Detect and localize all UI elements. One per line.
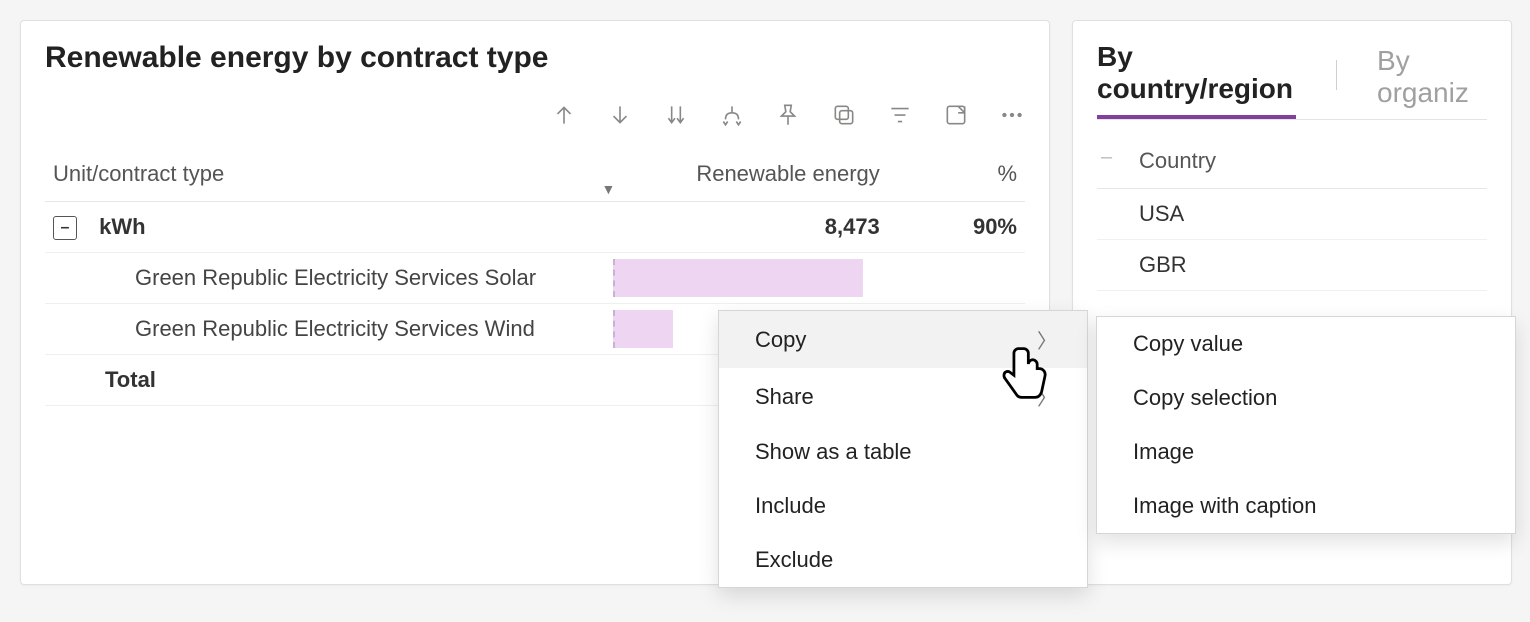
group-name: kWh bbox=[99, 214, 145, 239]
table-row[interactable]: Green Republic Electricity Services Sola… bbox=[45, 253, 1025, 304]
menu-include-label: Include bbox=[755, 493, 826, 519]
menu-show-as-table[interactable]: Show as a table bbox=[719, 425, 1087, 479]
group-row-kwh[interactable]: – kWh 8,473 90% bbox=[45, 202, 1025, 253]
country-row[interactable]: GBR bbox=[1097, 240, 1487, 291]
tab-divider bbox=[1336, 60, 1337, 90]
menu-show-table-label: Show as a table bbox=[755, 439, 912, 465]
col-percent[interactable]: % bbox=[888, 147, 1025, 202]
menu-share-label: Share bbox=[755, 384, 814, 410]
menu-copy-label: Copy bbox=[755, 327, 806, 353]
row-energy bbox=[613, 253, 887, 304]
group-pct: 90% bbox=[888, 202, 1025, 253]
col-energy[interactable]: Renewable energy bbox=[613, 147, 887, 202]
submenu-copy-value-label: Copy value bbox=[1133, 331, 1243, 357]
submenu-copy-selection[interactable]: Copy selection bbox=[1097, 371, 1515, 425]
pin-icon[interactable] bbox=[775, 102, 801, 128]
total-label: Total bbox=[45, 355, 613, 406]
bar-fill bbox=[613, 310, 673, 348]
more-icon[interactable] bbox=[999, 102, 1025, 128]
focus-mode-icon[interactable] bbox=[943, 102, 969, 128]
menu-exclude-label: Exclude bbox=[755, 547, 833, 573]
right-tabs: By country/region By organiz bbox=[1097, 41, 1487, 120]
menu-exclude[interactable]: Exclude bbox=[719, 533, 1087, 587]
cursor-pointer-icon bbox=[998, 342, 1052, 404]
submenu-image[interactable]: Image bbox=[1097, 425, 1515, 479]
row-name: Green Republic Electricity Services Wind bbox=[45, 304, 613, 355]
double-arrow-down-icon[interactable] bbox=[663, 102, 689, 128]
bar-fill bbox=[613, 259, 863, 297]
submenu-image-label: Image bbox=[1133, 439, 1194, 465]
menu-include[interactable]: Include bbox=[719, 479, 1087, 533]
tab-organization[interactable]: By organiz bbox=[1377, 45, 1487, 119]
col-unit-label: Unit/contract type bbox=[53, 161, 224, 186]
country-column-header[interactable]: Country bbox=[1097, 144, 1487, 189]
arrow-up-icon[interactable] bbox=[551, 102, 577, 128]
col-unit[interactable]: Unit/contract type ▼ bbox=[45, 147, 613, 202]
copy-submenu: Copy value Copy selection Image Image wi… bbox=[1096, 316, 1516, 534]
copy-icon[interactable] bbox=[831, 102, 857, 128]
country-row[interactable]: USA bbox=[1097, 189, 1487, 240]
group-energy: 8,473 bbox=[613, 202, 887, 253]
visual-toolbar bbox=[45, 95, 1025, 135]
submenu-copy-value[interactable]: Copy value bbox=[1097, 317, 1515, 371]
submenu-image-caption[interactable]: Image with caption bbox=[1097, 479, 1515, 533]
row-name: Green Republic Electricity Services Sola… bbox=[45, 253, 613, 304]
tab-country-region[interactable]: By country/region bbox=[1097, 41, 1296, 119]
filter-icon[interactable] bbox=[887, 102, 913, 128]
card-title: Renewable energy by contract type bbox=[45, 41, 1025, 75]
row-pct bbox=[888, 253, 1025, 304]
submenu-copy-selection-label: Copy selection bbox=[1133, 385, 1277, 411]
branch-down-icon[interactable] bbox=[719, 102, 745, 128]
collapse-icon[interactable]: – bbox=[53, 216, 77, 240]
submenu-image-caption-label: Image with caption bbox=[1133, 493, 1316, 519]
arrow-down-icon[interactable] bbox=[607, 102, 633, 128]
